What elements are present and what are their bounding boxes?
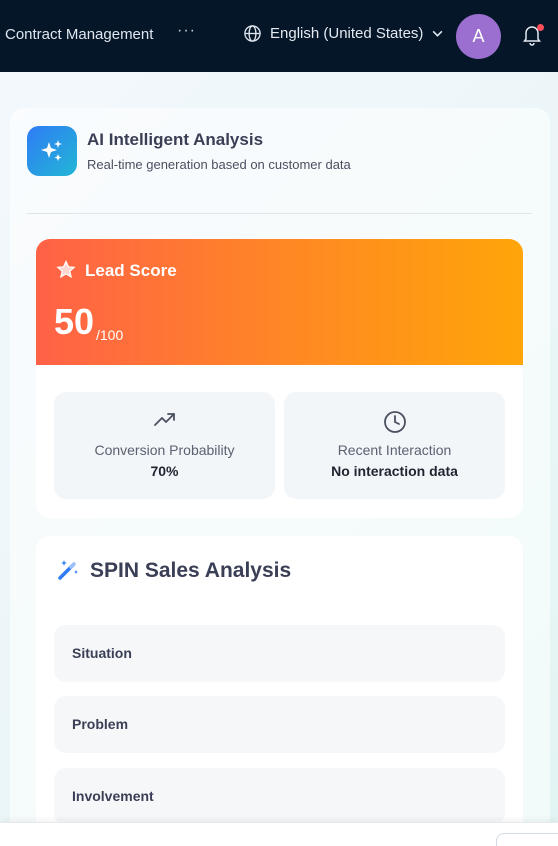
top-navigation-bar: Contract Management ··· English (United … [0, 0, 558, 72]
app-title[interactable]: Contract Management [5, 26, 153, 43]
avatar-initial: A [472, 26, 485, 46]
stat-label: Conversion Probability [94, 442, 235, 458]
stat-value: No interaction data [331, 463, 458, 479]
spin-item-problem[interactable]: Problem [54, 696, 505, 753]
spin-title: SPIN Sales Analysis [90, 559, 292, 582]
spin-item-situation[interactable]: Situation [54, 625, 505, 682]
chevron-down-icon [432, 30, 443, 37]
panel-subtitle: Real-time generation based on customer d… [87, 157, 351, 172]
language-label: English (United States) [270, 25, 424, 42]
avatar[interactable]: A [456, 14, 501, 59]
sparkles-icon [27, 126, 77, 176]
spin-item-label: Situation [72, 645, 132, 661]
lead-score-card: Lead Score 50 /100 Conversion Probabilit… [36, 239, 523, 518]
spin-item-involvement[interactable]: Involvement [54, 768, 505, 825]
lead-score-label: Lead Score [85, 261, 177, 280]
divider [27, 213, 532, 214]
spin-item-label: Involvement [72, 788, 154, 804]
bottom-action-bar [0, 822, 558, 846]
lead-score-max: /100 [96, 327, 124, 343]
spin-analysis-card: SPIN Sales Analysis Situation Problem In… [36, 536, 523, 846]
more-horizontal-icon[interactable]: ··· [177, 22, 196, 40]
lead-score-header: Lead Score 50 /100 [36, 239, 523, 365]
lead-score-value: 50 [54, 301, 95, 342]
trend-up-icon [153, 413, 175, 426]
bottom-action-button[interactable] [496, 833, 558, 846]
magic-wand-icon [58, 560, 78, 580]
conversion-probability-box: Conversion Probability 70% [54, 392, 275, 499]
panel-title: AI Intelligent Analysis [87, 130, 264, 149]
language-selector[interactable]: English (United States) [243, 24, 444, 43]
stat-value: 70% [150, 463, 179, 479]
globe-icon [244, 25, 261, 42]
clock-icon [383, 411, 406, 433]
star-badge-icon [56, 260, 76, 279]
notification-badge [537, 24, 544, 31]
spin-item-label: Problem [72, 716, 129, 732]
stat-label: Recent Interaction [337, 442, 452, 458]
recent-interaction-box: Recent Interaction No interaction data [284, 392, 505, 499]
